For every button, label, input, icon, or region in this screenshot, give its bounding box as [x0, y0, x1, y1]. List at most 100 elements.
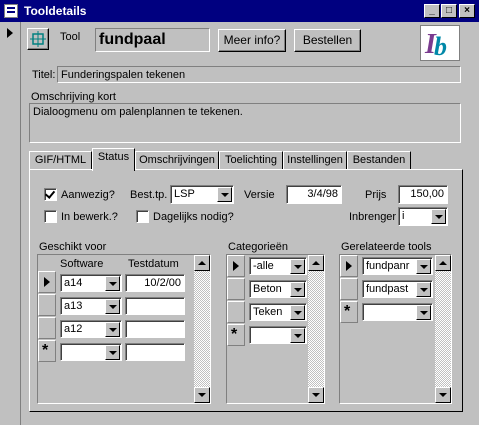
logo-icon: Ib [420, 25, 460, 61]
related-tools-title: Gerelateerde tools [341, 241, 432, 253]
scrollbar[interactable] [194, 255, 210, 403]
tab-gif-html[interactable]: GIF/HTML [29, 151, 92, 170]
col-testdatum: Testdatum [128, 258, 179, 270]
daily-checkbox[interactable] [136, 210, 149, 223]
software-value: a12 [64, 323, 83, 335]
besttp-dropdown[interactable]: LSP [170, 185, 234, 204]
new-row-selector[interactable] [227, 324, 245, 346]
software-dropdown[interactable]: a14 [60, 274, 122, 292]
scroll-up-button[interactable] [435, 255, 451, 271]
category-dropdown[interactable] [249, 326, 307, 344]
software-value: a14 [64, 277, 83, 289]
new-row-selector[interactable] [340, 301, 358, 323]
testdatum-field[interactable] [125, 343, 185, 361]
title-bar[interactable]: Tooldetails _ □ × [0, 0, 479, 22]
category-dropdown[interactable]: Teken [249, 303, 307, 321]
chevron-down-icon[interactable] [105, 276, 120, 291]
col-software: Software [60, 258, 104, 270]
row-selector[interactable] [227, 278, 245, 300]
present-label: Aanwezig? [61, 189, 115, 201]
tab-toelichting[interactable]: Toelichting [219, 151, 283, 170]
related-tool-dropdown[interactable]: fundpast [362, 280, 433, 298]
window-title: Tooldetails [24, 4, 87, 18]
chevron-down-icon[interactable] [105, 322, 120, 337]
daily-label: Dagelijks nodig? [153, 211, 234, 223]
row-selector[interactable] [38, 317, 56, 339]
related-tool-value: fundpanr [366, 260, 410, 272]
new-row-selector[interactable] [38, 340, 56, 362]
crosshair-icon [30, 31, 46, 47]
chevron-down-icon[interactable] [290, 259, 305, 274]
version-label: Versie [244, 189, 275, 201]
row-selector[interactable] [38, 294, 56, 316]
inbrenger-label: Inbrenger [349, 211, 397, 223]
scroll-up-button[interactable] [308, 255, 324, 271]
row-selector[interactable] [227, 301, 245, 323]
inbrenger-dropdown[interactable]: i [398, 207, 448, 226]
related-tool-value: fundpast [366, 283, 409, 295]
chevron-down-icon[interactable] [290, 282, 305, 297]
svg-text:b: b [434, 32, 447, 61]
current-record-icon [7, 28, 13, 38]
scroll-down-button[interactable] [194, 387, 210, 403]
tool-select-button[interactable] [27, 28, 49, 50]
software-dropdown[interactable] [60, 343, 122, 361]
tab-instellingen[interactable]: Instellingen [283, 151, 347, 170]
besttp-value: LSP [174, 188, 195, 200]
close-window-button[interactable]: × [459, 4, 475, 18]
record-selector[interactable] [0, 22, 21, 425]
description-field[interactable]: Dialoogmenu om palenplannen te tekenen. [29, 103, 461, 143]
row-selector[interactable] [227, 255, 245, 277]
suitable-for-title: Geschikt voor [39, 241, 107, 253]
scroll-down-button[interactable] [435, 387, 451, 403]
scrollbar[interactable] [435, 255, 451, 403]
app-icon[interactable] [4, 4, 18, 18]
scrollbar[interactable] [308, 255, 324, 403]
category-dropdown[interactable]: -alle [249, 257, 307, 275]
chevron-down-icon[interactable] [290, 328, 305, 343]
row-selector[interactable] [340, 255, 358, 277]
chevron-down-icon[interactable] [105, 345, 120, 360]
present-checkbox[interactable] [44, 188, 57, 201]
chevron-down-icon[interactable] [217, 187, 232, 202]
related-tool-dropdown[interactable]: fundpanr [362, 257, 433, 275]
chevron-down-icon[interactable] [431, 209, 446, 224]
testdatum-field[interactable] [125, 297, 185, 315]
tool-label: Tool [60, 31, 81, 43]
row-selector[interactable] [38, 271, 56, 293]
category-value: Beton [253, 283, 282, 295]
chevron-down-icon[interactable] [105, 299, 120, 314]
scroll-up-button[interactable] [194, 255, 210, 271]
tab-status[interactable]: Status [92, 148, 135, 171]
category-dropdown[interactable]: Beton [249, 280, 307, 298]
chevron-down-icon[interactable] [416, 305, 431, 320]
tab-bestanden[interactable]: Bestanden [347, 151, 411, 170]
title-label: Titel: [32, 69, 56, 81]
besttp-label: Best.tp. [130, 189, 168, 201]
testdatum-field[interactable]: 10/2/00 [125, 274, 185, 292]
version-field[interactable]: 3/4/98 [286, 185, 342, 204]
scroll-down-button[interactable] [308, 387, 324, 403]
chevron-down-icon[interactable] [416, 282, 431, 297]
inbrenger-value: i [402, 210, 405, 222]
row-selector[interactable] [340, 278, 358, 300]
price-field[interactable]: 150,00 [398, 185, 448, 204]
title-field[interactable]: Funderingspalen tekenen [57, 66, 461, 83]
in-progress-checkbox[interactable] [44, 210, 57, 223]
category-value: Teken [253, 306, 283, 318]
tab-omschrijvingen[interactable]: Omschrijvingen [135, 151, 219, 170]
order-button[interactable]: Bestellen [294, 29, 361, 52]
more-info-button[interactable]: Meer info? [218, 29, 286, 52]
software-dropdown[interactable]: a12 [60, 320, 122, 338]
software-dropdown[interactable]: a13 [60, 297, 122, 315]
tool-name-field[interactable]: fundpaal [95, 28, 210, 52]
category-value: -alle [253, 260, 274, 272]
description-label: Omschrijving kort [31, 91, 116, 103]
maximize-button[interactable]: □ [441, 4, 457, 18]
related-tool-dropdown[interactable] [362, 303, 433, 321]
categories-title: Categorieën [228, 241, 288, 253]
minimize-button[interactable]: _ [424, 4, 440, 18]
chevron-down-icon[interactable] [290, 305, 305, 320]
chevron-down-icon[interactable] [416, 259, 431, 274]
testdatum-field[interactable] [125, 320, 185, 338]
